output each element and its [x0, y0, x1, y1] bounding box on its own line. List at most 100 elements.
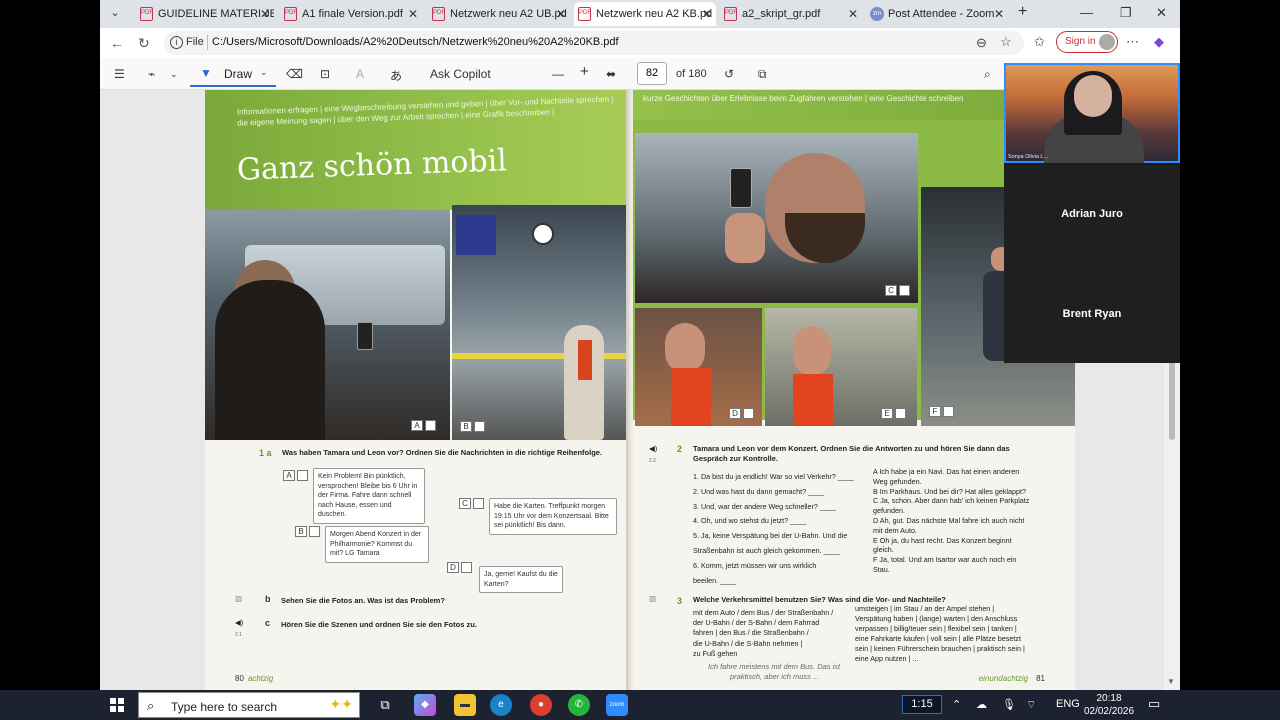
- clock[interactable]: 20:18 02/02/2026: [1082, 692, 1136, 718]
- answer-box: [461, 562, 472, 573]
- info-icon[interactable]: i: [170, 36, 183, 49]
- photo-woman-e: E: [765, 308, 917, 426]
- list-item: mit dem Auto.: [873, 525, 917, 535]
- file-explorer-icon[interactable]: ▬: [454, 694, 476, 716]
- photo-label: A: [411, 420, 423, 431]
- answer-box: [473, 498, 484, 509]
- answer-box: [474, 421, 485, 432]
- list-item: der U-Bahn / der S-Bahn / dem Fahrrad: [693, 618, 820, 628]
- list-item: 6. Komm, jetzt müssen wir uns wirklich: [693, 560, 817, 570]
- track-number: 2.2: [649, 458, 656, 464]
- message-bubble: Habe die Karten. Treffpunkt morgen 19:15…: [489, 498, 617, 535]
- list-item: gleich.: [873, 545, 894, 555]
- copilot-icon[interactable]: ◆: [414, 694, 436, 716]
- tab-a2-skript[interactable]: PDF a2_skript_gr.pdf ✕: [720, 2, 862, 26]
- pdf-icon: PDF: [724, 7, 737, 21]
- tab-bar: ⌄ PDF GUIDELINE MATERI JER ✕ PDF A1 finale …: [100, 0, 1180, 28]
- close-window-icon[interactable]: ✕: [1156, 5, 1167, 21]
- ask-copilot-button[interactable]: Ask Copilot: [430, 67, 491, 81]
- tab-netzwerk-ub[interactable]: PDF Netzwerk neu A2 UB.pd ✕: [428, 2, 570, 26]
- copilot-icon[interactable]: ◆: [1154, 34, 1164, 50]
- favorite-star-icon[interactable]: ☆: [1000, 34, 1012, 50]
- page-number-right: einundachtzig 81: [978, 674, 1045, 683]
- new-tab-button[interactable]: +: [1018, 3, 1027, 21]
- read-aloud-icon[interactable]: A: [356, 67, 364, 81]
- tab-list-chevron-icon[interactable]: ⌄: [106, 6, 124, 22]
- avatar: [1099, 34, 1115, 50]
- zoom-icon: zm: [870, 7, 884, 21]
- highlight-icon[interactable]: ⌁: [148, 67, 155, 81]
- screen: ⌄ PDF GUIDELINE MATERI JER ✕ PDF A1 finale …: [0, 0, 1280, 720]
- chevron-down-icon[interactable]: ⌄: [170, 69, 178, 80]
- translate-icon[interactable]: あ: [390, 67, 402, 84]
- chapter-title: Ganz schön mobil: [236, 143, 508, 188]
- edge-icon[interactable]: e: [490, 694, 512, 716]
- task-view-icon[interactable]: ⧉: [374, 694, 396, 716]
- close-icon[interactable]: ✕: [556, 2, 566, 26]
- search-icon[interactable]: ⌕: [984, 67, 991, 82]
- book-icon: ▥: [649, 594, 657, 603]
- draw-button[interactable]: ▼ Draw ⌄: [190, 61, 276, 87]
- photo-label: E: [881, 408, 893, 419]
- scroll-down-icon[interactable]: ▼: [1167, 677, 1175, 686]
- zoom-page-icon[interactable]: ⊖: [976, 35, 987, 51]
- tab-netzwerk-kb[interactable]: PDF Netzwerk neu A2 KB.pd ✕: [574, 2, 716, 26]
- self-video[interactable]: Sonya Olivia L...: [1004, 63, 1180, 163]
- close-icon[interactable]: ✕: [848, 2, 858, 26]
- more-icon[interactable]: ⋯: [1126, 34, 1139, 50]
- contents-icon[interactable]: ☰: [114, 67, 125, 81]
- msg-letter: A: [283, 470, 295, 481]
- back-icon[interactable]: ←: [110, 35, 124, 51]
- example-sentence: Ich fahre meistens mit dem Bus. Das ist: [708, 662, 841, 671]
- whatsapp-icon[interactable]: ✆: [568, 694, 590, 716]
- text-box-icon[interactable]: ⊡: [320, 67, 330, 81]
- list-item: Verspätung haben | (lange) warten | den …: [855, 614, 1018, 623]
- close-icon[interactable]: ✕: [260, 2, 270, 26]
- zoom-in-icon[interactable]: +: [580, 63, 589, 80]
- url-text[interactable]: C:/Users/Microsoft/Downloads/A2%20Deutsc…: [212, 36, 619, 48]
- show-hidden-icon[interactable]: ⌃: [952, 698, 961, 711]
- close-icon[interactable]: ✕: [408, 2, 418, 26]
- list-item: die U-Bahn / die S-Bahn nehmen |: [693, 638, 803, 648]
- answer-box: [895, 408, 906, 419]
- close-icon[interactable]: ✕: [994, 2, 1004, 26]
- microphone-icon[interactable]: 🎙: [1002, 698, 1016, 711]
- list-item: zu Fuß gehen: [693, 648, 738, 658]
- page-number-input[interactable]: 82: [637, 62, 667, 85]
- refresh-icon[interactable]: ↻: [138, 35, 150, 52]
- participant-tile[interactable]: Brent Ryan: [1004, 265, 1180, 363]
- zoom-out-icon[interactable]: —: [552, 67, 564, 81]
- eraser-icon[interactable]: ⌫: [286, 67, 303, 81]
- answer-box: [743, 408, 754, 419]
- language-indicator[interactable]: ENG: [1056, 698, 1080, 710]
- maximize-icon[interactable]: ❐: [1120, 5, 1132, 21]
- cloud-icon[interactable]: ☁: [976, 698, 987, 711]
- exercise-number: 2: [677, 444, 683, 454]
- favorites-icon[interactable]: ✩: [1034, 34, 1045, 50]
- notification-icon[interactable]: ▭: [1148, 696, 1160, 712]
- url-box[interactable]: i File C:/Users/Microsoft/Downloads/A2%2…: [164, 31, 1024, 55]
- tab-a1-finale[interactable]: PDF A1 finale Version.pdf ✕: [280, 2, 422, 26]
- minimize-icon[interactable]: —: [1080, 5, 1093, 20]
- taskbar-search[interactable]: ⌕ Type here to search ✦✦: [138, 692, 360, 718]
- chrome-icon[interactable]: ●: [530, 694, 552, 716]
- list-item: Weg gefunden.: [873, 476, 922, 486]
- zoom-app-icon[interactable]: zoom: [606, 694, 628, 716]
- exercise-instruction: Hören Sie die Szenen und ordnen Sie sie …: [281, 620, 477, 629]
- fit-page-icon[interactable]: ⬌: [606, 67, 616, 81]
- tab-guideline[interactable]: PDF GUIDELINE MATERI JER ✕: [136, 2, 274, 26]
- exercise-number: 1 a: [259, 448, 272, 458]
- rotate-icon[interactable]: ↺: [724, 67, 734, 81]
- tab-zoom[interactable]: zm Post Attendee - Zoom ✕: [866, 2, 1008, 26]
- pdf-icon: PDF: [284, 7, 297, 21]
- list-item: eine Fahrkarte kaufen | voll sein | alle…: [855, 634, 1021, 643]
- phone-image: [357, 322, 373, 350]
- windows-start-icon[interactable]: [110, 698, 124, 712]
- page-view-icon[interactable]: ⧉: [758, 67, 767, 82]
- list-item: fahren | den Bus / die Straßenbahn /: [693, 628, 809, 638]
- close-icon[interactable]: ✕: [702, 2, 712, 26]
- sign-in-button[interactable]: Sign in: [1056, 31, 1118, 53]
- participant-tile[interactable]: Adrian Juro: [1004, 165, 1180, 263]
- list-item: gefunden.: [873, 506, 905, 516]
- wifi-icon[interactable]: ⌔: [1026, 698, 1036, 712]
